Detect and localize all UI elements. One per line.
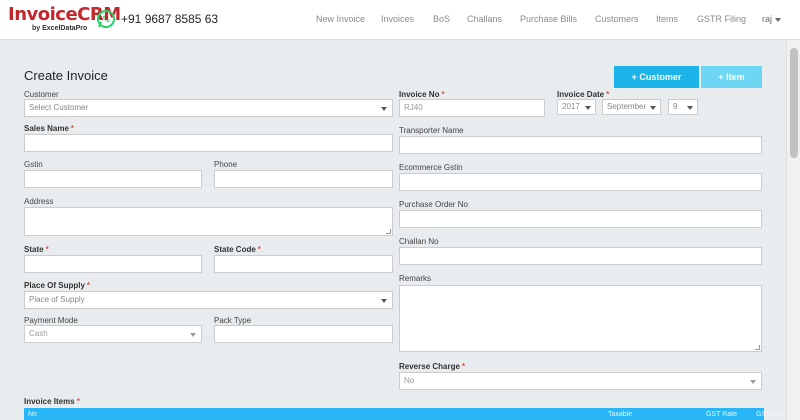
customer-label: Customer: [24, 90, 59, 99]
chevron-down-icon: [381, 107, 387, 111]
purchase-order-label: Purchase Order No: [399, 200, 468, 209]
chevron-down-icon: [190, 333, 196, 337]
payment-mode-value: Cash: [29, 329, 48, 338]
column-header-gst-amount: GST Am: [756, 411, 783, 418]
invoice-year-select[interactable]: 2017: [557, 99, 596, 115]
invoice-no-label: Invoice No *: [399, 90, 445, 99]
invoice-no-input[interactable]: RJ40: [399, 99, 545, 117]
pack-type-label: Pack Type: [214, 316, 252, 325]
challan-no-input[interactable]: [399, 247, 762, 265]
reverse-charge-label: Reverse Charge *: [399, 362, 466, 371]
state-code-label: State Code *: [214, 245, 261, 254]
nav-gstr-filing[interactable]: GSTR Filing: [697, 14, 746, 24]
place-of-supply-placeholder: Place of Supply: [29, 295, 85, 304]
state-code-input[interactable]: [214, 255, 393, 273]
logo-subtitle: by ExcelDataPro: [32, 25, 88, 32]
pack-type-input[interactable]: [214, 325, 393, 343]
gstin-input[interactable]: [24, 170, 202, 188]
chevron-down-icon: [381, 299, 387, 303]
gstin-label: Gstin: [24, 160, 43, 169]
payment-mode-label: Payment Mode: [24, 316, 78, 325]
invoice-day-select[interactable]: 9: [668, 99, 698, 115]
resize-grip-icon[interactable]: [386, 229, 391, 234]
column-header-no: No: [28, 411, 37, 418]
reverse-charge-value: No: [404, 376, 415, 385]
chevron-down-icon: [650, 106, 656, 110]
reverse-charge-select[interactable]: No: [399, 372, 762, 390]
user-name: raj: [762, 14, 773, 24]
transporter-input[interactable]: [399, 136, 762, 154]
chevron-down-icon: [775, 17, 782, 22]
chevron-down-icon: [585, 106, 591, 110]
chevron-down-icon: [687, 106, 693, 110]
nav-purchase-bills[interactable]: Purchase Bills: [520, 14, 577, 24]
remarks-textarea[interactable]: [399, 285, 762, 352]
column-header-gst-rate: GST Rate: [706, 411, 737, 418]
nav-invoices[interactable]: Invoices: [381, 14, 414, 24]
invoice-month-select[interactable]: September: [602, 99, 661, 115]
phone-input[interactable]: [214, 170, 393, 188]
phone-label: Phone: [214, 160, 238, 169]
customer-select[interactable]: Select Customer: [24, 99, 393, 117]
add-item-button[interactable]: + Item: [701, 66, 762, 88]
challan-no-label: Challan No: [399, 237, 439, 246]
whatsapp-icon: [97, 10, 115, 28]
user-menu[interactable]: raj: [762, 14, 782, 24]
invoice-date-label: Invoice Date *: [557, 90, 610, 99]
chevron-down-icon: [750, 380, 756, 384]
remarks-label: Remarks: [399, 274, 432, 283]
sales-name-input[interactable]: [24, 134, 393, 152]
place-of-supply-label: Place Of Supply *: [24, 281, 91, 290]
page-scrollbar[interactable]: [786, 40, 800, 420]
invoice-year-value: 2017: [562, 102, 580, 111]
scrollbar-thumb[interactable]: [790, 48, 798, 158]
state-label: State *: [24, 245, 49, 254]
ecommerce-gstin-label: Ecommerce Gstin: [399, 163, 463, 172]
column-header-taxable: Taxable: [608, 411, 633, 418]
phone-number: +91 9687 8585 63: [121, 12, 219, 26]
nav-items[interactable]: Items: [656, 14, 678, 24]
place-of-supply-select[interactable]: Place of Supply: [24, 291, 393, 309]
nav-customers[interactable]: Customers: [595, 14, 639, 24]
customer-select-placeholder: Select Customer: [29, 103, 89, 112]
purchase-order-input[interactable]: [399, 210, 762, 228]
invoice-day-value: 9: [673, 102, 678, 111]
top-navbar: InvoiceCRM by ExcelDataPro +91 9687 8585…: [0, 0, 800, 40]
state-input[interactable]: [24, 255, 202, 273]
items-table-header: [24, 408, 764, 420]
transporter-label: Transporter Name: [399, 126, 464, 135]
resize-grip-icon[interactable]: [755, 345, 760, 350]
address-label: Address: [24, 197, 54, 206]
nav-new-invoice[interactable]: New Invoice: [316, 14, 365, 24]
add-customer-button[interactable]: + Customer: [614, 66, 699, 88]
payment-mode-select[interactable]: Cash: [24, 325, 202, 343]
address-textarea[interactable]: [24, 207, 393, 236]
invoice-items-label: Invoice Items *: [24, 397, 80, 406]
ecommerce-gstin-input[interactable]: [399, 173, 762, 191]
nav-bos[interactable]: BoS: [433, 14, 450, 24]
brand-logo[interactable]: InvoiceCRM by ExcelDataPro: [8, 5, 121, 35]
invoice-month-value: September: [607, 102, 647, 111]
nav-challans[interactable]: Challans: [467, 14, 502, 24]
page-title: Create Invoice: [24, 68, 108, 83]
sales-name-label: Sales Name *: [24, 124, 75, 133]
